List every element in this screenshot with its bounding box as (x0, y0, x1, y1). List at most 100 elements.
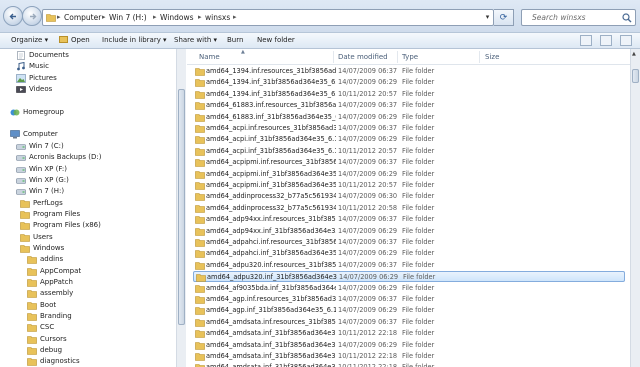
nav-item-label: Win XP (G:) (29, 175, 69, 184)
search-box[interactable]: Search winsxs (521, 9, 636, 26)
file-date-modified: 14/07/2009 06:37 (338, 158, 398, 167)
column-date-modified[interactable]: Date modified (338, 53, 388, 61)
scrollbar-thumb[interactable] (178, 89, 185, 325)
refresh-button[interactable]: ⟳ (494, 9, 514, 26)
breadcrumb-winsxs[interactable]: winsxs (205, 13, 230, 22)
file-row[interactable]: amd64_1394.inf_31bf3856ad364e35_6.1.7...… (193, 77, 625, 88)
file-date-modified: 10/11/2012 22:18 (338, 352, 398, 360)
breadcrumb-computer[interactable]: Computer (64, 13, 101, 22)
breadcrumb-separator[interactable]: ▸ (153, 13, 157, 21)
column-divider[interactable] (479, 51, 480, 63)
file-type: File folder (402, 226, 435, 235)
file-type: File folder (402, 203, 435, 212)
file-row[interactable]: amd64_amdsata.inf_31bf3856ad364e35_6...1… (193, 328, 625, 339)
change-view-icon[interactable] (579, 35, 592, 46)
file-row[interactable]: amd64_acpipmi.inf_31bf3856ad364e35_6...1… (193, 169, 625, 180)
file-row[interactable]: amd64_amdsata.inf_31bf3856ad364e35_6...1… (193, 340, 625, 351)
file-row[interactable]: amd64_1394.inf_31bf3856ad364e35_6.1.7...… (193, 89, 625, 100)
file-row[interactable]: amd64_adp94xx.inf_31bf3856ad364e35_6...1… (193, 226, 625, 237)
file-row[interactable]: amd64_af9035bda.inf_31bf3856ad364e35...1… (193, 283, 625, 294)
folder-icon (195, 341, 205, 352)
file-row[interactable]: amd64_acpi.inf_31bf3856ad364e35_6.1.76..… (193, 146, 625, 157)
back-arrow-icon (9, 13, 16, 20)
file-row[interactable]: amd64_addinprocess32_b77a5c561934e0...14… (193, 191, 625, 202)
file-row[interactable]: amd64_agp.inf.resources_31bf3856ad364...… (193, 294, 625, 305)
file-row[interactable]: amd64_addinprocess32_b77a5c561934e0...10… (193, 203, 625, 214)
back-button[interactable] (3, 6, 23, 26)
file-name: amd64_amdsata.inf_31bf3856ad364e35_6... (206, 340, 336, 349)
file-row[interactable]: amd64_adpu320.inf.resources_31bf3856a...… (193, 260, 625, 271)
search-icon[interactable] (622, 13, 632, 23)
scrollbar-thumb[interactable] (632, 69, 639, 83)
file-type: File folder (402, 135, 435, 144)
file-row[interactable]: amd64_acpi.inf.resources_31bf3856ad36...… (193, 123, 625, 134)
column-size[interactable]: Size (485, 53, 499, 61)
file-row[interactable]: amd64_61883.inf_31bf3856ad364e35_6.1.7..… (193, 112, 625, 123)
file-row[interactable]: amd64_61883.inf.resources_31bf3856ad3...… (193, 100, 625, 111)
breadcrumb-separator[interactable]: ▸ (102, 13, 106, 21)
file-type: File folder (402, 363, 434, 367)
file-type: File folder (402, 146, 435, 155)
file-type: File folder (402, 67, 435, 75)
address-dropdown-button[interactable]: ▾ (483, 9, 492, 26)
folder-icon (195, 249, 205, 260)
sort-indicator-icon: ▲ (241, 49, 245, 55)
file-name: amd64_1394.inf_31bf3856ad364e35_6.1.7... (206, 89, 336, 98)
column-divider[interactable] (333, 51, 334, 63)
file-date-modified: 14/07/2009 06:29 (338, 226, 398, 235)
help-icon[interactable] (620, 35, 632, 46)
file-row[interactable]: amd64_amdsata.inf_31bf3856ad364e35_6...1… (193, 362, 625, 367)
breadcrumb-separator[interactable]: ▸ (233, 13, 237, 21)
address-bar[interactable]: ▸ Computer ▸ Win 7 (H:) ▸ Windows ▸ wins… (42, 9, 494, 26)
nav-item-label: assembly (40, 289, 74, 298)
forward-button[interactable] (22, 6, 42, 26)
file-name: amd64_acpipmi.inf_31bf3856ad364e35_6... (206, 169, 336, 178)
preview-pane-icon[interactable] (599, 35, 612, 46)
folder-icon (27, 301, 37, 312)
breadcrumb-separator[interactable]: ▸ (198, 13, 202, 21)
organize-button[interactable]: Organize ▾ (11, 36, 48, 44)
file-row[interactable]: amd64_1394.inf.resources_31bf3856ad36...… (193, 66, 625, 77)
breadcrumb-windows[interactable]: Windows (160, 13, 193, 22)
search-placeholder: Search winsxs (532, 13, 586, 22)
column-divider[interactable] (397, 51, 398, 63)
file-row[interactable]: amd64_amdsata.inf.resources_31bf3856a...… (193, 317, 625, 328)
folder-icon (195, 147, 205, 158)
file-row[interactable]: amd64_adpahci.inf.resources_31bf3856a...… (193, 237, 625, 248)
address-bar-row: ▸ Computer ▸ Win 7 (H:) ▸ Windows ▸ wins… (0, 0, 640, 33)
file-type: File folder (402, 238, 435, 246)
folder-icon (195, 329, 205, 340)
file-name: amd64_addinprocess32_b77a5c561934e0... (206, 192, 336, 201)
file-row[interactable]: amd64_adp94xx.inf.resources_31bf3856a...… (193, 214, 625, 225)
column-name[interactable]: Name (199, 53, 220, 61)
breadcrumb-separator: ▸ (57, 13, 61, 21)
file-row[interactable]: amd64_amdsata.inf_31bf3856ad364e35_6...1… (193, 351, 625, 362)
folder-icon (195, 192, 205, 203)
nav-item-label: Homegroup (23, 107, 65, 116)
burn-button[interactable]: Burn (227, 36, 243, 44)
open-button[interactable]: Open (59, 36, 90, 44)
file-list-scrollbar[interactable]: ▲ (630, 49, 640, 367)
file-name: amd64_1394.inf.resources_31bf3856ad36... (206, 67, 336, 75)
folder-icon (195, 78, 205, 89)
open-label: Open (71, 36, 90, 44)
nav-item-label: AppPatch (40, 278, 73, 286)
file-row[interactable]: amd64_adpu320.inf_31bf3856ad364e35_6...1… (193, 271, 625, 283)
folder-icon (195, 306, 205, 317)
file-row[interactable]: amd64_acpipmi.inf_31bf3856ad364e35_6...1… (193, 180, 625, 191)
folder-icon (27, 357, 37, 367)
folder-icon (27, 323, 37, 334)
column-type[interactable]: Type (402, 53, 418, 61)
nav-pane-scrollbar[interactable] (176, 49, 186, 367)
file-date-modified: 14/07/2009 06:29 (339, 273, 399, 282)
file-row[interactable]: amd64_acpi.inf_31bf3856ad364e35_6.1.76..… (193, 134, 625, 145)
breadcrumb-drive[interactable]: Win 7 (H:) (109, 13, 147, 22)
file-type: File folder (402, 124, 435, 132)
share-with-button[interactable]: Share with ▾ (174, 36, 217, 44)
file-row[interactable]: amd64_adpahci.inf_31bf3856ad364e35_6...1… (193, 248, 625, 259)
scroll-up-arrow-icon[interactable]: ▲ (632, 51, 636, 57)
file-row[interactable]: amd64_acpipmi.inf.resources_31bf3856... 1… (193, 157, 625, 168)
file-row[interactable]: amd64_agp.inf_31bf3856ad364e35_6.1.76...… (193, 305, 625, 316)
new-folder-button[interactable]: New folder (257, 36, 295, 44)
include-in-library-button[interactable]: Include in library ▾ (102, 36, 167, 44)
